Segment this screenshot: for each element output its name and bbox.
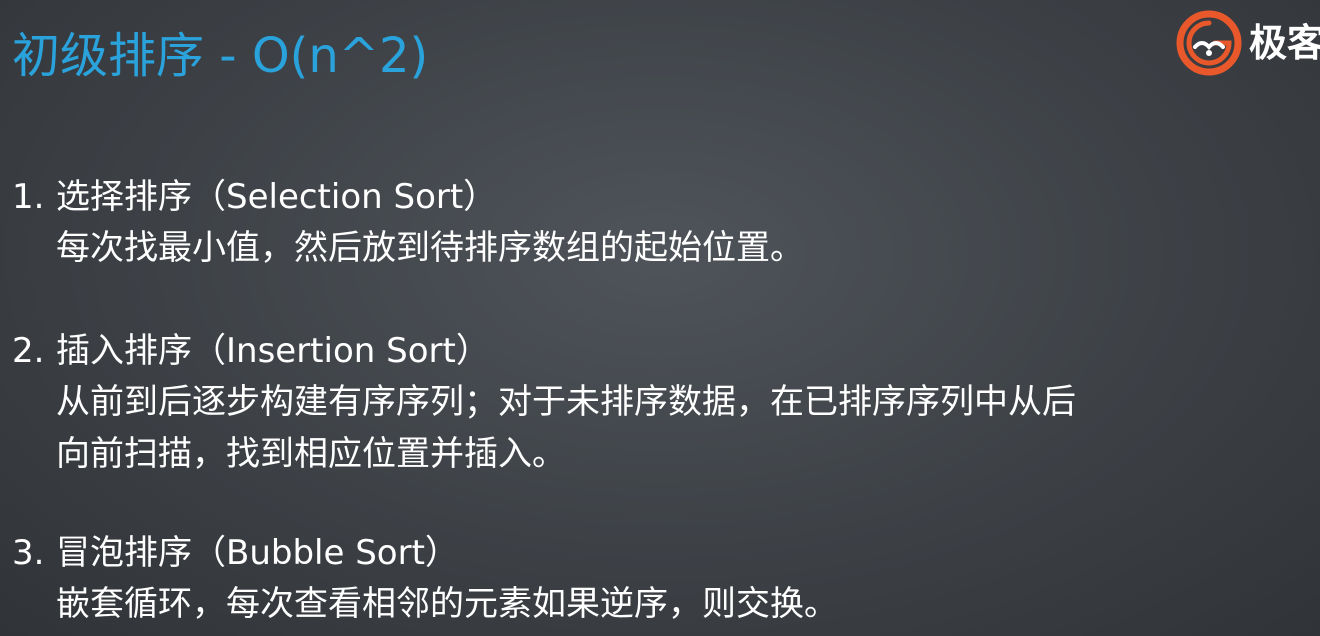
description-line: 每次找最小值，然后放到待排序数组的起始位置。	[56, 228, 804, 268]
list-item-title: 冒泡排序（Bubble Sort）	[56, 533, 459, 573]
list-item-number: 2.	[12, 331, 45, 371]
list-item: 1. 选择排序（Selection Sort） 每次找最小值，然后放到待排序数组的…	[12, 172, 1312, 274]
logo-text: 极客	[1249, 21, 1320, 65]
list-item-heading: 2. 插入排序（Insertion Sort）	[12, 326, 1312, 376]
description-line: 从前到后逐步构建有序序列；对于未排序数据，在已排序序列中从后	[56, 382, 1076, 422]
list-item: 2. 插入排序（Insertion Sort） 从前到后逐步构建有序序列；对于未排…	[12, 326, 1312, 480]
description-line: 向前扫描，找到相应位置并插入。	[56, 434, 566, 474]
list-item-title: 选择排序（Selection Sort）	[56, 177, 498, 217]
description-line: 嵌套循环，每次查看相邻的元素如果逆序，则交换。	[56, 584, 838, 624]
brand-logo: 极客	[1175, 8, 1320, 78]
list-item-description: 嵌套循环，每次查看相邻的元素如果逆序，则交换。	[56, 578, 1318, 630]
slide-title: 初级排序 - O(n^2)	[12, 28, 429, 84]
slide: 初级排序 - O(n^2) 极客 1. 选择排序（Selection Sort） …	[0, 0, 1320, 636]
list-item-heading: 1. 选择排序（Selection Sort）	[12, 172, 1312, 222]
geek-logo-icon	[1176, 10, 1242, 76]
list-item-description: 从前到后逐步构建有序序列；对于未排序数据，在已排序序列中从后 向前扫描，找到相应…	[56, 376, 1318, 480]
list-item-title: 插入排序（Insertion Sort）	[56, 331, 490, 371]
list-item-number: 3.	[12, 533, 45, 573]
list-item: 3. 冒泡排序（Bubble Sort） 嵌套循环，每次查看相邻的元素如果逆序，则…	[12, 528, 1312, 630]
list-item-heading: 3. 冒泡排序（Bubble Sort）	[12, 528, 1312, 578]
list-item-description: 每次找最小值，然后放到待排序数组的起始位置。	[56, 222, 1318, 274]
list-item-number: 1.	[12, 177, 45, 217]
